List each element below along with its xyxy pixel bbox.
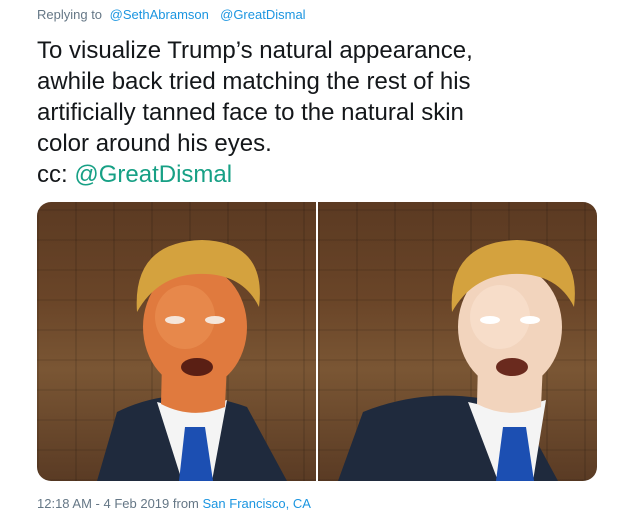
tweet-text-line-4: color around his eyes. [37, 130, 272, 157]
photo-edited[interactable] [318, 202, 597, 481]
replying-to-label: Replying to [37, 7, 103, 22]
tweet-timestamp[interactable]: 12:18 AM - 4 Feb 2019 [37, 496, 169, 511]
tweet-media [37, 202, 597, 481]
portrait-illustration-left [97, 240, 287, 481]
location-link[interactable]: San Francisco, CA [203, 496, 311, 511]
tweet-text-line-3: artificially tanned face to the natural … [37, 99, 464, 126]
tweet-meta: 12:18 AM - 4 Feb 2019 from San Francisco… [37, 496, 311, 511]
tweet-text: To visualize Trump’s natural appearance,… [37, 35, 617, 190]
tweet-text-line-1: To visualize Trump’s natural appearance, [37, 37, 473, 64]
tweet-cc-line: cc: @GreatDismal [37, 159, 617, 190]
from-label: from [172, 496, 199, 511]
tweet-text-line-2: awhile back tried matching the rest of h… [37, 68, 471, 95]
portrait-illustration-right [338, 240, 575, 481]
cc-label: cc: [37, 161, 68, 188]
replying-to-line: Replying to @SethAbramson @GreatDismal [37, 7, 306, 22]
cc-mention-link[interactable]: @GreatDismal [74, 161, 232, 188]
mention-link-sethabramson[interactable]: @SethAbramson [110, 7, 209, 22]
photo-original[interactable] [37, 202, 316, 481]
mention-link-greatdismal[interactable]: @GreatDismal [220, 7, 305, 22]
